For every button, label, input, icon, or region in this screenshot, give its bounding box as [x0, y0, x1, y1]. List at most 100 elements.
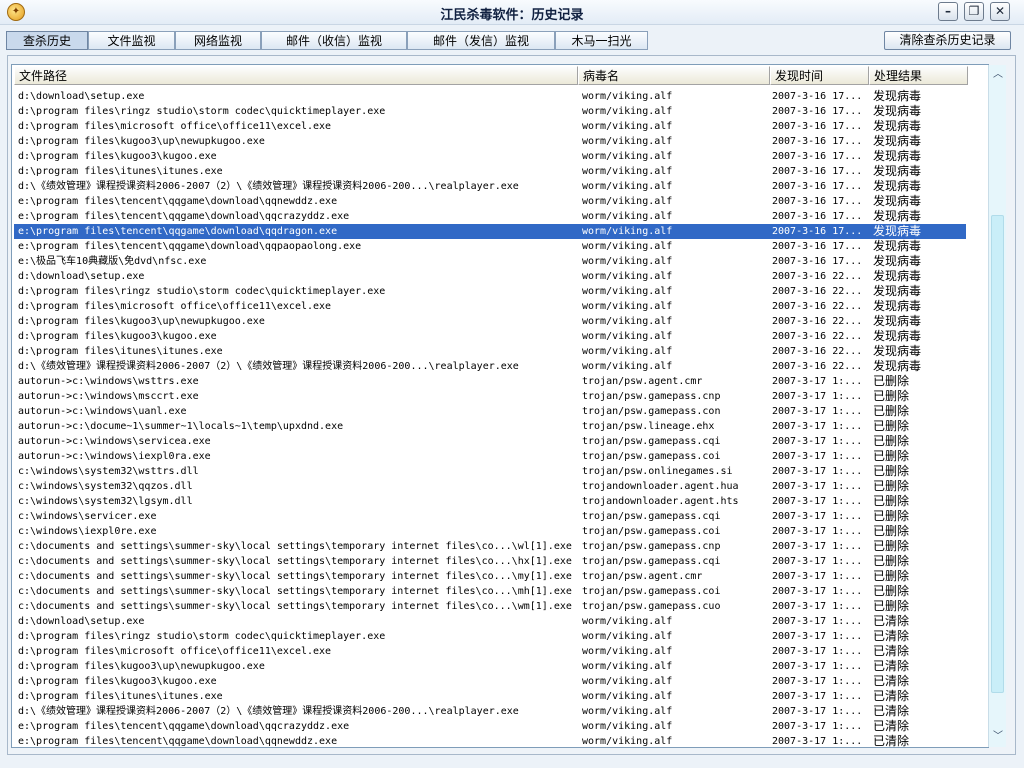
- close-button[interactable]: ✕: [990, 2, 1010, 21]
- table-row[interactable]: d:\program files\itunes\itunes.exe worm/v…: [14, 689, 966, 704]
- column-header-path[interactable]: 文件路径: [14, 66, 578, 85]
- virus-name-cell: worm/viking.alf: [582, 616, 673, 627]
- table-row[interactable]: d:\《绩效管理》课程授课资料2006-2007（2）\《绩效管理》课程授课资料…: [14, 179, 966, 194]
- scrollbar-thumb[interactable]: [991, 215, 1004, 693]
- table-row[interactable]: c:\windows\system32\wsttrs.dll trojan/psw…: [14, 464, 966, 479]
- found-time-cell: 2007-3-16 17...: [772, 241, 863, 252]
- file-path-cell: c:\windows\system32\wsttrs.dll: [18, 466, 199, 477]
- table-row[interactable]: e:\program files\tencent\qqgame\download…: [14, 224, 966, 239]
- table-row[interactable]: d:\program files\kugoo3\up\newupkugoo.ex…: [14, 659, 966, 674]
- virus-name-cell: worm/viking.alf: [582, 106, 673, 117]
- result-cell: 已删除: [873, 404, 910, 418]
- history-table[interactable]: 文件路径 病毒名 发现时间 处理结果 d:\download\setup.exe…: [11, 64, 989, 748]
- table-row[interactable]: d:\program files\kugoo3\up\newupkugoo.ex…: [14, 134, 966, 149]
- virus-name-cell: worm/viking.alf: [582, 241, 673, 252]
- table-row[interactable]: d:\program files\kugoo3\up\newupkugoo.ex…: [14, 314, 966, 329]
- table-row[interactable]: e:\program files\tencent\qqgame\download…: [14, 239, 966, 254]
- table-row[interactable]: d:\download\setup.exe worm/viking.alf 2007…: [14, 614, 966, 629]
- result-cell: 发现病毒: [873, 299, 922, 313]
- vertical-scrollbar[interactable]: ︿ ﹀: [988, 65, 1006, 747]
- table-row[interactable]: autorun->c:\docume~1\summer~1\locals~1\t…: [14, 419, 966, 434]
- clear-history-button[interactable]: 清除查杀历史记录: [884, 31, 1011, 50]
- file-path-cell: c:\documents and settings\summer-sky\loc…: [18, 586, 572, 597]
- file-path-cell: d:\program files\itunes\itunes.exe: [18, 166, 223, 177]
- tab-mail-receive-monitor[interactable]: 邮件（收信）监视: [261, 31, 407, 50]
- table-row[interactable]: d:\program files\ringz studio\storm code…: [14, 104, 966, 119]
- table-row[interactable]: c:\documents and settings\summer-sky\loc…: [14, 569, 966, 584]
- result-cell: 已删除: [873, 434, 910, 448]
- restore-button[interactable]: ❐: [964, 2, 984, 21]
- file-path-cell: c:\documents and settings\summer-sky\loc…: [18, 556, 572, 567]
- file-path-cell: autorun->c:\windows\uanl.exe: [18, 406, 187, 417]
- table-row[interactable]: e:\program files\tencent\qqgame\download…: [14, 719, 966, 734]
- found-time-cell: 2007-3-17 1:...: [772, 631, 863, 642]
- table-row[interactable]: c:\documents and settings\summer-sky\loc…: [14, 554, 966, 569]
- found-time-cell: 2007-3-17 1:...: [772, 451, 863, 462]
- found-time-cell: 2007-3-17 1:...: [772, 406, 863, 417]
- virus-name-cell: worm/viking.alf: [582, 121, 673, 132]
- table-row[interactable]: autorun->c:\windows\msccrt.exe trojan/psw…: [14, 389, 966, 404]
- table-row[interactable]: d:\program files\itunes\itunes.exe worm/v…: [14, 344, 966, 359]
- table-row[interactable]: d:\download\setup.exe worm/viking.alf 2007…: [14, 89, 966, 104]
- table-row[interactable]: d:\program files\itunes\itunes.exe worm/v…: [14, 164, 966, 179]
- table-body: d:\download\setup.exe worm/viking.alf 2007…: [14, 89, 966, 747]
- result-cell: 已删除: [873, 389, 910, 403]
- table-row[interactable]: e:\program files\tencent\qqgame\download…: [14, 734, 966, 747]
- tab-file-monitor[interactable]: 文件监视: [88, 31, 175, 50]
- result-cell: 发现病毒: [873, 344, 922, 358]
- table-row[interactable]: d:\《绩效管理》课程授课资料2006-2007（2）\《绩效管理》课程授课资料…: [14, 704, 966, 719]
- scroll-up-icon[interactable]: ︿: [990, 67, 1006, 83]
- virus-name-cell: worm/viking.alf: [582, 181, 673, 192]
- table-row[interactable]: d:\《绩效管理》课程授课资料2006-2007（2）\《绩效管理》课程授课资料…: [14, 359, 966, 374]
- table-row[interactable]: c:\documents and settings\summer-sky\loc…: [14, 599, 966, 614]
- table-row[interactable]: autorun->c:\windows\iexpl0ra.exe trojan/p…: [14, 449, 966, 464]
- table-row[interactable]: d:\program files\microsoft office\office…: [14, 644, 966, 659]
- table-row[interactable]: c:\windows\system32\lgsym.dll trojandownl…: [14, 494, 966, 509]
- title-bar[interactable]: ✦ 江民杀毒软件：历史记录 – ❐ ✕: [0, 0, 1024, 25]
- table-row[interactable]: c:\windows\system32\qqzos.dll trojandownl…: [14, 479, 966, 494]
- table-row[interactable]: c:\windows\iexpl0re.exe trojan/psw.gamepa…: [14, 524, 966, 539]
- virus-name-cell: worm/viking.alf: [582, 166, 673, 177]
- table-row[interactable]: c:\documents and settings\summer-sky\loc…: [14, 584, 966, 599]
- found-time-cell: 2007-3-16 17...: [772, 256, 863, 267]
- column-header-result[interactable]: 处理结果: [869, 66, 968, 85]
- result-cell: 发现病毒: [873, 149, 922, 163]
- table-row[interactable]: d:\program files\kugoo3\kugoo.exe worm/vi…: [14, 674, 966, 689]
- table-row[interactable]: d:\program files\microsoft office\office…: [14, 119, 966, 134]
- table-row[interactable]: e:\program files\tencent\qqgame\download…: [14, 194, 966, 209]
- result-cell: 已删除: [873, 494, 910, 508]
- table-row[interactable]: autorun->c:\windows\servicea.exe trojan/p…: [14, 434, 966, 449]
- tab-scan-history[interactable]: 查杀历史: [6, 31, 88, 50]
- found-time-cell: 2007-3-17 1:...: [772, 526, 863, 537]
- virus-name-cell: worm/viking.alf: [582, 196, 673, 207]
- table-row[interactable]: e:\极品飞车10典藏版\免dvd\nfsc.exe worm/viking.al…: [14, 254, 966, 269]
- table-row[interactable]: c:\windows\servicer.exe trojan/psw.gamepa…: [14, 509, 966, 524]
- table-row[interactable]: d:\program files\kugoo3\kugoo.exe worm/vi…: [14, 149, 966, 164]
- table-row[interactable]: autorun->c:\windows\wsttrs.exe trojan/psw…: [14, 374, 966, 389]
- table-row[interactable]: d:\program files\ringz studio\storm code…: [14, 629, 966, 644]
- tab-network-monitor[interactable]: 网络监视: [175, 31, 261, 50]
- file-path-cell: d:\program files\kugoo3\up\newupkugoo.ex…: [18, 661, 265, 672]
- result-cell: 发现病毒: [873, 134, 922, 148]
- table-row[interactable]: d:\program files\ringz studio\storm code…: [14, 284, 966, 299]
- minimize-button[interactable]: –: [938, 2, 958, 21]
- file-path-cell: e:\program files\tencent\qqgame\download…: [18, 226, 338, 237]
- file-path-cell: c:\windows\iexpl0re.exe: [18, 526, 157, 537]
- column-header-virus[interactable]: 病毒名: [578, 66, 770, 85]
- column-header-time[interactable]: 发现时间: [770, 66, 869, 85]
- table-row[interactable]: d:\program files\microsoft office\office…: [14, 299, 966, 314]
- file-path-cell: e:\program files\tencent\qqgame\download…: [18, 211, 350, 222]
- tab-trojan-scan[interactable]: 木马一扫光: [555, 31, 648, 50]
- table-row[interactable]: d:\program files\kugoo3\kugoo.exe worm/vi…: [14, 329, 966, 344]
- found-time-cell: 2007-3-17 1:...: [772, 601, 863, 612]
- table-row[interactable]: c:\documents and settings\summer-sky\loc…: [14, 539, 966, 554]
- table-row[interactable]: d:\download\setup.exe worm/viking.alf 2007…: [14, 269, 966, 284]
- result-cell: 已清除: [873, 689, 910, 703]
- table-row[interactable]: e:\program files\tencent\qqgame\download…: [14, 209, 966, 224]
- scroll-down-icon[interactable]: ﹀: [990, 729, 1006, 745]
- table-row[interactable]: autorun->c:\windows\uanl.exe trojan/psw.g…: [14, 404, 966, 419]
- file-path-cell: c:\windows\system32\lgsym.dll: [18, 496, 193, 507]
- found-time-cell: 2007-3-16 17...: [772, 91, 863, 102]
- result-cell: 已清除: [873, 614, 910, 628]
- tab-mail-send-monitor[interactable]: 邮件（发信）监视: [407, 31, 555, 50]
